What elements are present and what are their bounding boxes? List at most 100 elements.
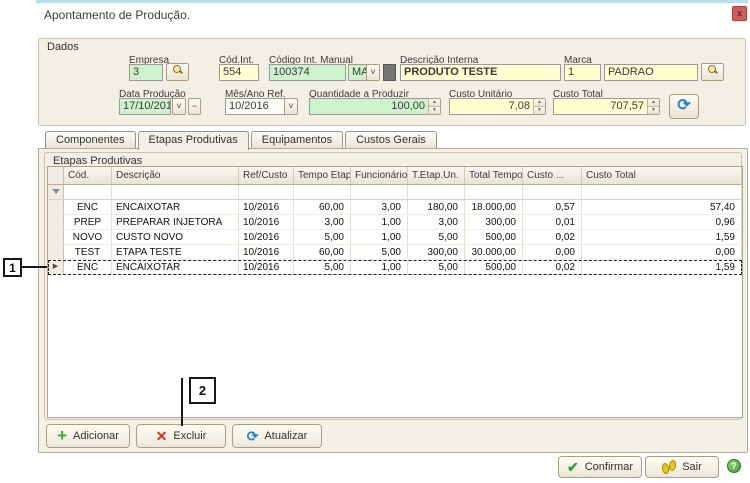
date-dropdown[interactable]: ˅ xyxy=(172,98,186,115)
adicionar-button[interactable]: + Adicionar xyxy=(46,424,130,448)
cell-funcionario: 5,00 xyxy=(351,245,408,260)
table-row[interactable]: NOVO CUSTO NOVO 10/2016 5,00 1,00 5,00 5… xyxy=(48,230,742,245)
filter-cell[interactable] xyxy=(408,185,465,199)
refresh-icon: ⟳ xyxy=(247,428,259,445)
grid-filter-row[interactable] xyxy=(48,185,742,200)
cell-custo: 0,57 xyxy=(523,200,582,215)
marca-nome-field[interactable]: PADRAO xyxy=(604,64,698,81)
filter-cell[interactable] xyxy=(465,185,523,199)
empresa-search-button[interactable] xyxy=(166,63,189,81)
spin-down-icon[interactable]: ▼ xyxy=(648,106,659,114)
cell-tempo: 5,00 xyxy=(294,260,351,275)
cell-t-etap: 5,00 xyxy=(408,260,465,275)
filter-icon[interactable] xyxy=(48,185,64,199)
cell-total-tempo: 18.000,00 xyxy=(465,200,523,215)
cell-ref: 10/2016 xyxy=(239,230,294,245)
col-header-total-tempo[interactable]: Total Tempo xyxy=(465,167,523,184)
empresa-field[interactable]: 3 xyxy=(129,64,163,81)
dados-groupbox: Dados Empresa Cód.Int. Código Int. Manua… xyxy=(38,38,746,126)
confirmar-button[interactable]: ✔ Confirmar xyxy=(558,456,642,478)
cell-custo-total: 1,59 xyxy=(582,260,742,275)
cod-int-field[interactable]: 554 xyxy=(219,64,259,81)
marca-search-button[interactable] xyxy=(701,63,724,81)
help-icon[interactable]: ? xyxy=(727,459,741,473)
cell-t-etap: 180,00 xyxy=(408,200,465,215)
row-indicator-arrow-icon: ▶ xyxy=(48,260,64,275)
custo-total-spinner[interactable]: ▲ ▼ xyxy=(647,98,660,115)
col-header-custo-total[interactable]: Custo Total xyxy=(582,167,742,184)
atualizar-button[interactable]: ⟳ Atualizar xyxy=(232,424,322,448)
tab-componentes[interactable]: Componentes xyxy=(45,131,136,149)
spin-down-icon[interactable]: ▼ xyxy=(534,106,545,114)
date-clear-button[interactable]: − xyxy=(188,98,201,115)
tab-bar: Componentes Etapas Produtivas Equipament… xyxy=(45,131,437,149)
cell-funcionario: 1,00 xyxy=(351,260,408,275)
marca-field[interactable]: 1 xyxy=(564,64,601,81)
filter-cell[interactable] xyxy=(351,185,408,199)
custo-total-field[interactable]: 707,57 xyxy=(553,98,648,115)
cell-ref: 10/2016 xyxy=(239,200,294,215)
cell-cod: ENC xyxy=(64,200,112,215)
cell-custo-total: 0,96 xyxy=(582,215,742,230)
filter-cell[interactable] xyxy=(64,185,112,199)
spin-up-icon[interactable]: ▲ xyxy=(534,99,545,106)
codigo-int-manual-field[interactable]: 100374 xyxy=(269,64,346,81)
filter-cell[interactable] xyxy=(523,185,582,199)
cell-cod: TEST xyxy=(64,245,112,260)
delete-icon: ✕ xyxy=(156,428,168,445)
annotation-line-2 xyxy=(181,378,183,426)
col-header-funcionario[interactable]: Funcionário xyxy=(351,167,408,184)
mes-ano-dropdown[interactable]: ˅ xyxy=(284,98,298,115)
chevron-down-icon: ˅ xyxy=(176,101,181,111)
cell-total-tempo: 30.000,00 xyxy=(465,245,523,260)
cell-cod: NOVO xyxy=(64,230,112,245)
chevron-down-icon: ˅ xyxy=(288,101,293,111)
data-producao-field[interactable]: 17/10/2016 xyxy=(119,98,171,115)
cell-custo-total: 0,00 xyxy=(582,245,742,260)
tab-custos-gerais[interactable]: Custos Gerais xyxy=(345,131,437,149)
cell-tempo: 5,00 xyxy=(294,230,351,245)
filter-cell[interactable] xyxy=(239,185,294,199)
chevron-down-icon: ˅ xyxy=(370,67,375,77)
window-top-strip xyxy=(36,0,748,3)
excluir-button[interactable]: ✕ Excluir xyxy=(136,424,226,448)
filter-cell[interactable] xyxy=(112,185,239,199)
check-icon: ✔ xyxy=(567,459,579,476)
filter-cell[interactable] xyxy=(294,185,351,199)
table-row[interactable]: PREP PREPARAR INJETORA 10/2016 3,00 1,00… xyxy=(48,215,742,230)
cell-descricao: PREPARAR INJETORA xyxy=(112,215,239,230)
mes-ano-ref-field[interactable]: 10/2016 xyxy=(225,98,285,115)
row-indicator xyxy=(48,200,64,215)
custo-unitario-spinner[interactable]: ▲ ▼ xyxy=(533,98,546,115)
custo-unitario-field[interactable]: 7,08 xyxy=(449,98,534,115)
table-row-selected[interactable]: ▶ ENC ENCAIXOTAR 10/2016 5,00 1,00 5,00 … xyxy=(48,260,742,275)
tab-equipamentos[interactable]: Equipamentos xyxy=(251,131,343,149)
close-icon[interactable]: x xyxy=(732,6,747,21)
sair-button[interactable]: Sair xyxy=(645,456,719,478)
table-row[interactable]: ENC ENCAIXOTAR 10/2016 60,00 3,00 180,00… xyxy=(48,200,742,215)
col-header-t-etap-un[interactable]: T.Etap.Un. xyxy=(408,167,465,184)
quantidade-field[interactable]: 100,00 xyxy=(309,98,429,115)
col-header-descricao[interactable]: Descrição xyxy=(112,167,239,184)
cell-cod: ENC xyxy=(64,260,112,275)
table-row[interactable]: TEST ETAPA TESTE 10/2016 60,00 5,00 300,… xyxy=(48,245,742,260)
col-header-tempo-etapa[interactable]: Tempo Etapa xyxy=(294,167,351,184)
cell-cod: PREP xyxy=(64,215,112,230)
quantidade-spinner[interactable]: ▲ ▼ xyxy=(428,98,441,115)
spin-down-icon[interactable]: ▼ xyxy=(429,106,440,114)
col-header-custo[interactable]: Custo ... xyxy=(523,167,582,184)
recalcular-button[interactable]: ⟳ xyxy=(669,94,699,119)
plus-icon: + xyxy=(57,429,67,443)
spin-up-icon[interactable]: ▲ xyxy=(429,99,440,106)
search-icon xyxy=(707,64,718,75)
ma-combo-dropdown[interactable]: ˅ xyxy=(366,64,380,81)
col-header-ref-custo[interactable]: Ref/Custo xyxy=(239,167,294,184)
col-header-cod[interactable]: Cód. xyxy=(64,167,112,184)
tab-etapas-produtivas[interactable]: Etapas Produtivas xyxy=(138,131,249,150)
descricao-interna-field[interactable]: PRODUTO TESTE xyxy=(400,64,561,81)
ma-combo-field[interactable]: MA xyxy=(348,64,367,81)
filter-cell[interactable] xyxy=(582,185,742,199)
cell-custo-total: 1,59 xyxy=(582,230,742,245)
cell-tempo: 3,00 xyxy=(294,215,351,230)
spin-up-icon[interactable]: ▲ xyxy=(648,99,659,106)
